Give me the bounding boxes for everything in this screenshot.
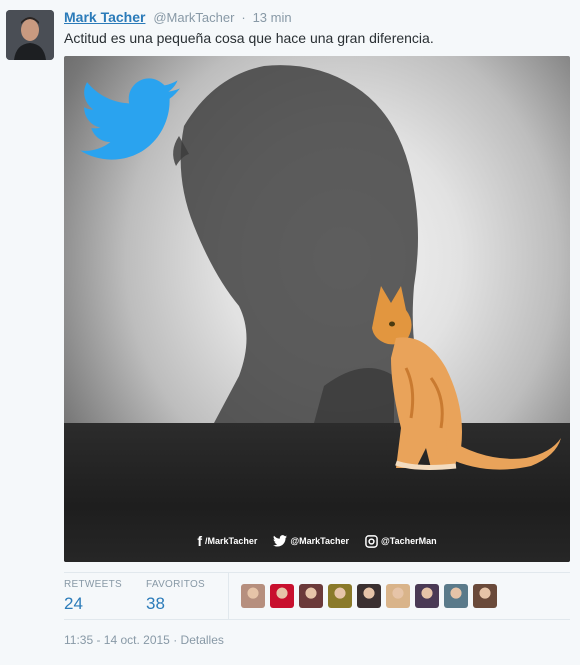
instagram-icon [365,534,378,548]
footer-separator: · [173,633,181,647]
tweet-stats: RETWEETS 24 FAVORITOS 38 [64,572,570,620]
favoriter-avatar[interactable] [299,584,323,608]
stats-divider [228,573,229,619]
details-link[interactable]: Detalles [181,633,224,647]
favoriter-avatar[interactable] [386,584,410,608]
cat-graphic [372,286,561,470]
favoriter-avatar[interactable] [270,584,294,608]
social-handles-bar: f /MarkTacher @MarkTacher @TacherMan [64,530,570,552]
avatar-photo [6,10,54,60]
favorites-stat[interactable]: FAVORITOS 38 [146,579,205,614]
facebook-handle: /MarkTacher [205,536,258,546]
social-twitter: @MarkTacher [273,535,349,547]
tweet-time[interactable]: 13 min [253,10,292,25]
retweets-label: RETWEETS [64,579,122,590]
favoriter-avatar[interactable] [241,584,265,608]
tweet-image[interactable]: f /MarkTacher @MarkTacher @TacherMan [64,56,570,562]
author-username[interactable]: @MarkTacher [153,10,234,25]
twitter-bird-small-icon [273,535,288,547]
favoriter-avatar[interactable] [473,584,497,608]
tweet-header: Mark Tacher @MarkTacher · 13 min [64,9,292,25]
retweets-count: 24 [64,594,83,613]
tweet-card: Mark Tacher @MarkTacher · 13 min Actitud… [0,0,580,665]
favoriters-avatars [241,584,497,608]
author-name[interactable]: Mark Tacher [64,9,145,25]
instagram-handle: @TacherMan [381,536,437,546]
retweets-stat[interactable]: RETWEETS 24 [64,579,122,614]
favoriter-avatar[interactable] [357,584,381,608]
favorites-count: 38 [146,594,165,613]
favoriter-avatar[interactable] [328,584,352,608]
tweet-footer: 11:35 - 14 oct. 2015 · Detalles [64,633,224,647]
social-instagram: @TacherMan [365,534,437,548]
tweet-timestamp[interactable]: 11:35 - 14 oct. 2015 [64,633,170,647]
favorites-label: FAVORITOS [146,579,206,590]
favoriter-avatar[interactable] [444,584,468,608]
tweet-text: Actitud es una pequeña cosa que hace una… [64,30,434,46]
header-separator: · [241,10,246,25]
twitter-handle: @MarkTacher [290,536,350,546]
facebook-icon: f [197,533,203,549]
twitter-bird-icon [80,78,180,160]
favoriter-avatar[interactable] [415,584,439,608]
social-facebook: f /MarkTacher [197,533,257,549]
avatar[interactable] [6,10,54,60]
